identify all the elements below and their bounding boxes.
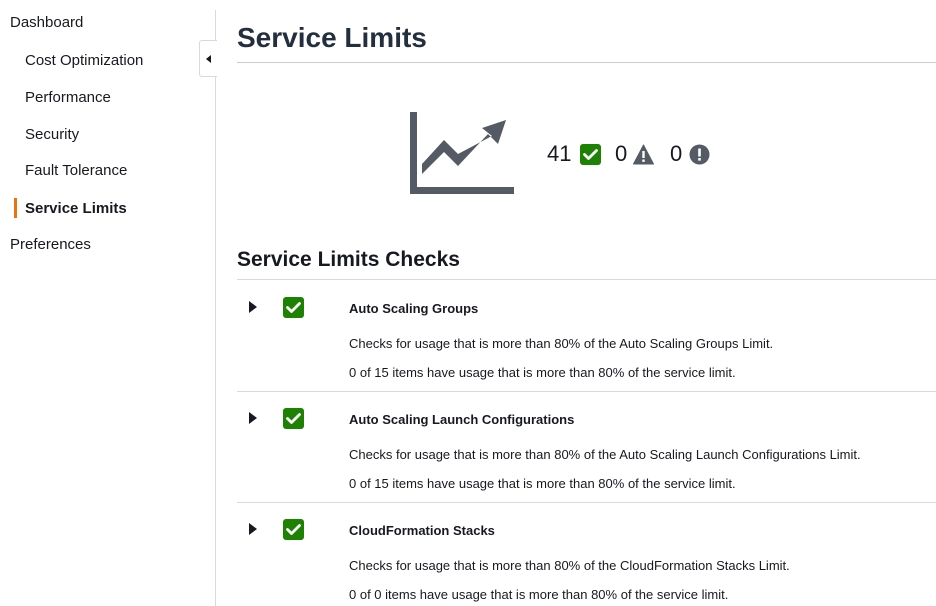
- sidebar-item-dashboard[interactable]: Dashboard: [10, 14, 83, 31]
- check-description: Checks for usage that is more than 80% o…: [349, 558, 790, 573]
- exclamation-circle-icon: [689, 144, 710, 165]
- sidebar-item-preferences[interactable]: Preferences: [10, 236, 91, 253]
- check-name[interactable]: CloudFormation Stacks: [349, 523, 495, 538]
- check-usage-summary: 0 of 15 items have usage that is more th…: [349, 365, 736, 380]
- checks-section-title: Service Limits Checks: [237, 248, 460, 271]
- sidebar-item-fault-tolerance[interactable]: Fault Tolerance: [25, 162, 127, 179]
- expand-caret-icon[interactable]: [249, 412, 257, 424]
- sidebar-divider: [215, 10, 216, 606]
- sidebar-item-security[interactable]: Security: [25, 126, 79, 143]
- sidebar-item-cost-optimization[interactable]: Cost Optimization: [25, 52, 143, 69]
- sidebar-item-performance[interactable]: Performance: [25, 89, 111, 106]
- trending-up-chart-icon: [410, 112, 514, 194]
- ok-count: 41: [547, 141, 572, 166]
- expand-caret-icon[interactable]: [249, 523, 257, 535]
- check-description: Checks for usage that is more than 80% o…: [349, 447, 861, 462]
- check-usage-summary: 0 of 15 items have usage that is more th…: [349, 476, 736, 491]
- sidebar-nav: Dashboard Cost Optimization Performance …: [0, 0, 216, 606]
- collapse-sidebar-button[interactable]: [199, 40, 217, 77]
- check-square-icon: [283, 519, 304, 540]
- check-square-icon: [283, 297, 304, 318]
- warning-icon: [633, 144, 654, 165]
- check-usage-summary: 0 of 0 items have usage that is more tha…: [349, 587, 729, 602]
- check-name[interactable]: Auto Scaling Launch Configurations: [349, 412, 574, 427]
- check-name[interactable]: Auto Scaling Groups: [349, 301, 478, 316]
- active-indicator: [14, 198, 17, 218]
- check-item: CloudFormation Stacks Checks for usage t…: [237, 503, 936, 606]
- check-square-icon: [580, 144, 601, 165]
- check-square-icon: [283, 408, 304, 429]
- title-divider: [237, 62, 936, 63]
- check-item: Auto Scaling Groups Checks for usage tha…: [237, 281, 936, 392]
- checks-section-divider: [237, 279, 936, 280]
- page-title: Service Limits: [237, 22, 427, 53]
- sidebar-item-service-limits[interactable]: Service Limits: [25, 200, 127, 217]
- expand-caret-icon[interactable]: [249, 301, 257, 313]
- error-count: 0: [670, 141, 683, 166]
- check-item: Auto Scaling Launch Configurations Check…: [237, 392, 936, 503]
- caret-left-icon: [206, 55, 211, 63]
- check-description: Checks for usage that is more than 80% o…: [349, 336, 774, 351]
- warning-count: 0: [615, 141, 628, 166]
